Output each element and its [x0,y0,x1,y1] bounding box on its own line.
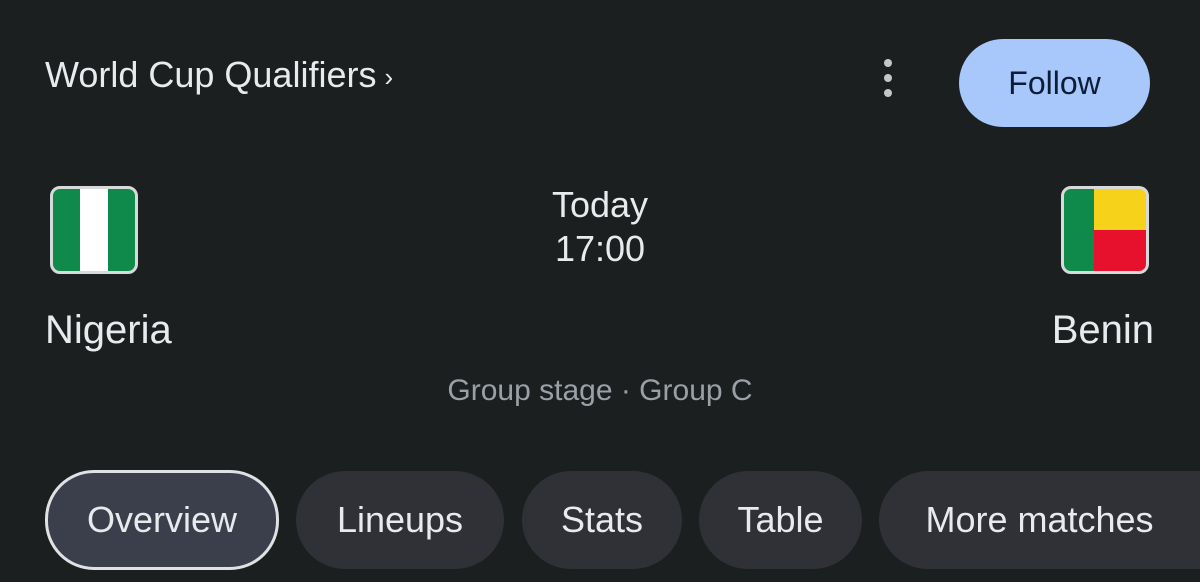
tab-stats[interactable]: Stats [522,471,682,569]
tab-lineups[interactable]: Lineups [296,471,504,569]
more-vert-icon [884,89,892,97]
chevron-right-icon: › [384,62,394,92]
match-card: World Cup Qualifiers › Follow Nigeria Be… [0,0,1200,582]
competition-link[interactable]: World Cup Qualifiers › [45,54,393,96]
tab-bar: Overview Lineups Stats Table More matche… [45,470,1200,570]
more-options-button[interactable] [868,56,908,100]
tab-overview[interactable]: Overview [45,470,279,570]
match-stage: Group stage · Group C [447,374,753,407]
match-time: 17:00 [554,228,646,269]
away-team-name[interactable]: Benin [1052,308,1154,353]
match-day: Today [551,184,649,225]
tab-more-matches[interactable]: More matches [879,471,1200,569]
competition-title: World Cup Qualifiers [45,54,377,95]
follow-button[interactable]: Follow [959,39,1150,127]
more-vert-icon [884,59,892,67]
tab-table[interactable]: Table [699,471,862,569]
home-team-name[interactable]: Nigeria [45,308,172,353]
more-vert-icon [884,74,892,82]
